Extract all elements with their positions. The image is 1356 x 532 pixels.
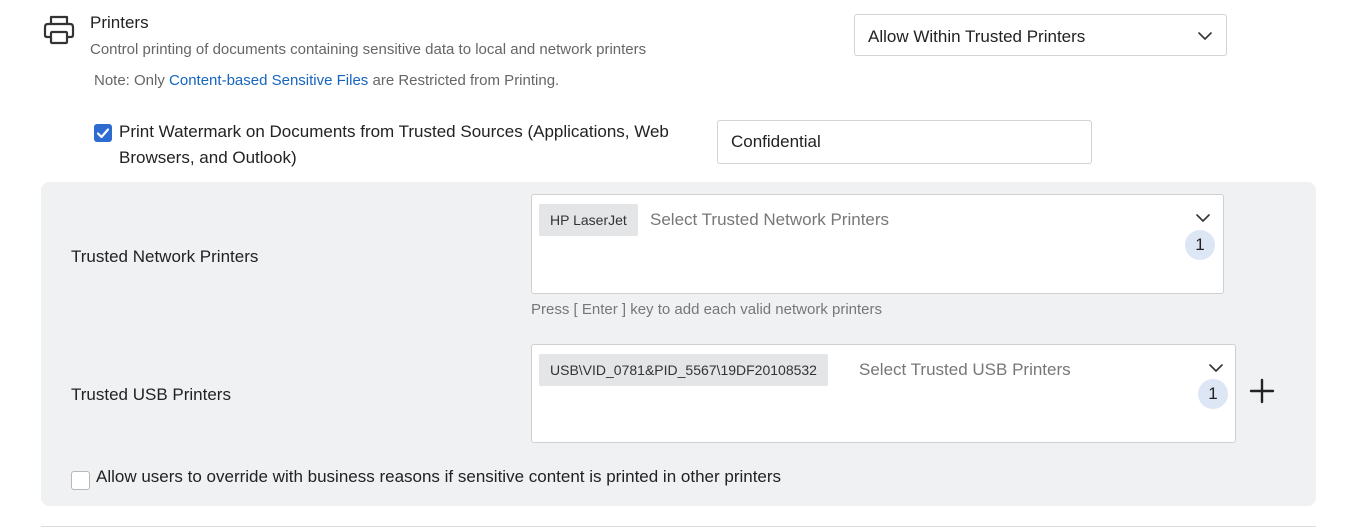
- restriction-note: Note: Only Content-based Sensitive Files…: [94, 72, 559, 89]
- chevron-down-icon: [1198, 32, 1212, 40]
- chevron-down-icon[interactable]: [1209, 364, 1223, 372]
- network-printers-count-badge: 1: [1185, 230, 1215, 260]
- usb-printers-label: Trusted USB Printers: [71, 385, 231, 404]
- printer-policy-select[interactable]: Allow Within Trusted Printers: [854, 14, 1227, 56]
- watermark-text-input[interactable]: [717, 120, 1092, 164]
- content-sensitive-files-link[interactable]: Content-based Sensitive Files: [169, 72, 368, 89]
- override-label: Allow users to override with business re…: [96, 467, 782, 486]
- watermark-checkbox[interactable]: [94, 124, 112, 142]
- usb-printers-multiselect[interactable]: USB\VID_0781&PID_5567\19DF20108532 Selec…: [531, 344, 1236, 443]
- usb-printers-placeholder: Select Trusted USB Printers: [859, 360, 1071, 379]
- usb-printer-chip[interactable]: USB\VID_0781&PID_5567\19DF20108532: [539, 354, 828, 386]
- network-printers-placeholder: Select Trusted Network Printers: [650, 210, 890, 229]
- section-description: Control printing of documents containing…: [90, 41, 647, 58]
- checkmark-icon: [96, 128, 110, 139]
- network-printer-chip[interactable]: HP LaserJet: [539, 204, 638, 236]
- watermark-label: Print Watermark on Documents from Truste…: [119, 122, 669, 167]
- network-printers-label: Trusted Network Printers: [71, 247, 259, 266]
- network-printers-multiselect[interactable]: HP LaserJet Select Trusted Network Print…: [531, 194, 1224, 294]
- network-printers-hint: Press [ Enter ] key to add each valid ne…: [531, 301, 882, 318]
- printer-icon: [42, 13, 76, 47]
- policy-select-value: Allow Within Trusted Printers: [868, 27, 1086, 46]
- note-prefix: Note: Only: [94, 72, 170, 89]
- section-divider: [41, 526, 1316, 527]
- section-title: Printers: [90, 13, 149, 32]
- note-suffix: are Restricted from Printing.: [368, 72, 560, 89]
- chevron-down-icon[interactable]: [1196, 214, 1210, 222]
- override-checkbox[interactable]: [71, 471, 90, 490]
- usb-printers-count-badge: 1: [1198, 379, 1228, 409]
- add-usb-printer-plus-icon[interactable]: [1248, 377, 1276, 405]
